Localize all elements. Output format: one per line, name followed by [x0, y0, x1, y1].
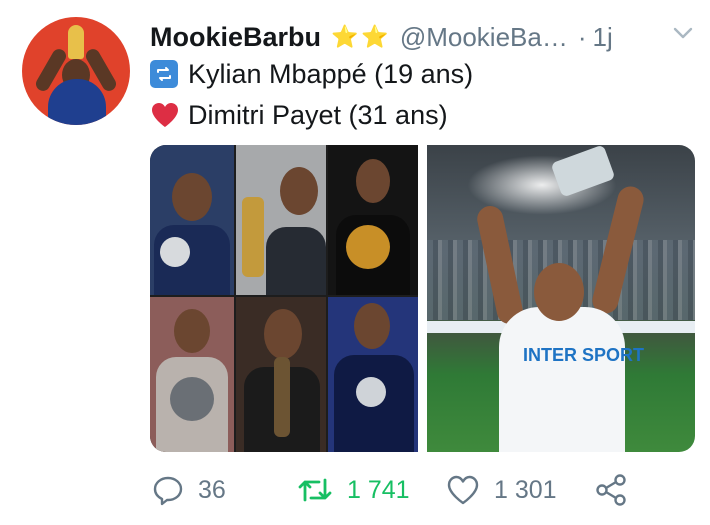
share-icon	[596, 474, 626, 506]
timestamp[interactable]: 1j	[593, 22, 613, 53]
tweet-header: MookieBarbu ⭐⭐ @MookieBa… · 1j	[150, 20, 613, 54]
tweet-text-line-1: Kylian Mbappé (19 ans)	[188, 58, 474, 89]
collage-photo[interactable]	[150, 145, 418, 452]
reply-button[interactable]: 36	[152, 470, 226, 510]
share-button[interactable]	[594, 470, 628, 510]
collage-tile	[236, 145, 326, 295]
collage-tile	[328, 297, 418, 452]
like-count: 1 301	[494, 475, 557, 504]
reply-count: 36	[198, 475, 226, 504]
tweet-actions: 36 1 741 1 301	[150, 470, 650, 510]
user-handle[interactable]: @MookieBa…	[400, 22, 568, 53]
tweet-text-line-2: Dimitri Payet (31 ans)	[188, 99, 448, 130]
collage-tile	[150, 297, 234, 452]
stadium-photo[interactable]: INTER SPORT	[427, 145, 695, 452]
collage-tile	[328, 145, 418, 295]
avatar-trophy	[68, 25, 84, 59]
chevron-down-icon[interactable]	[672, 22, 694, 44]
jersey-sponsor: INTER SPORT	[523, 345, 645, 365]
retweet-icon	[298, 478, 332, 502]
retweet-count: 1 741	[347, 475, 410, 504]
collage-tile	[150, 145, 234, 295]
tweet[interactable]: MookieBarbu ⭐⭐ @MookieBa… · 1j Kylian Mb…	[0, 0, 710, 525]
red-heart-emoji-icon	[152, 103, 178, 127]
tweet-line-1: Kylian Mbappé (19 ans)	[150, 58, 473, 90]
reply-icon	[153, 476, 183, 506]
player-jersey	[499, 307, 625, 452]
separator-dot: ·	[577, 21, 587, 52]
collage-tile	[236, 297, 326, 452]
tweet-line-2: Dimitri Payet (31 ans)	[150, 99, 448, 131]
heart-icon	[447, 475, 479, 505]
avatar-body	[48, 79, 106, 125]
media-grid: INTER SPORT	[150, 145, 695, 452]
repeat-emoji-icon	[150, 60, 178, 88]
avatar[interactable]	[22, 17, 130, 125]
retweet-button[interactable]: 1 741	[297, 470, 410, 510]
player-head	[534, 263, 584, 321]
star-badges: ⭐⭐	[331, 24, 392, 49]
display-name[interactable]: MookieBarbu	[150, 22, 321, 53]
like-button[interactable]: 1 301	[446, 470, 557, 510]
